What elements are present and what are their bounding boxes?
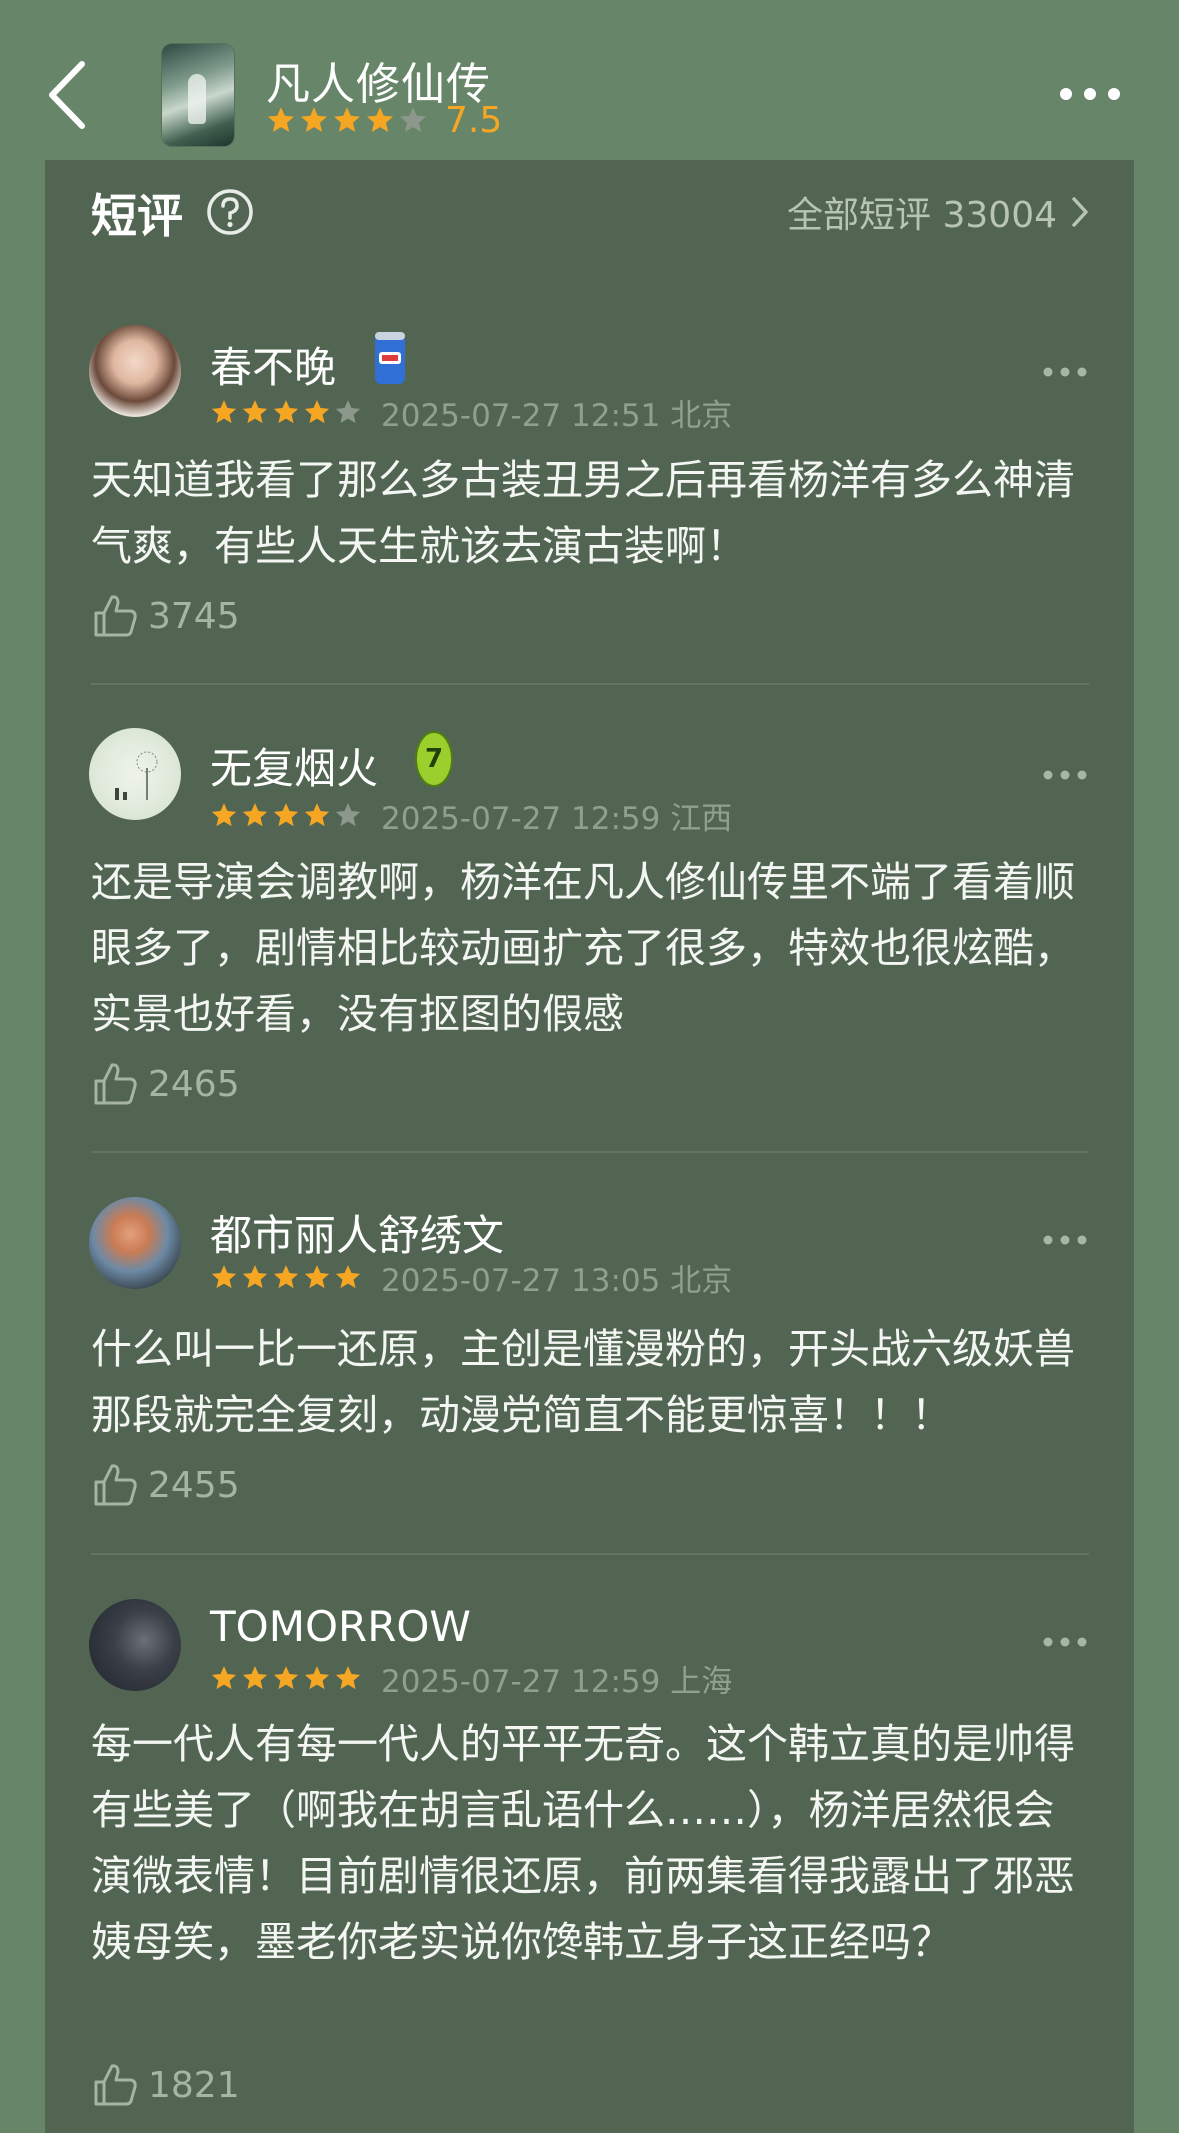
review-text: 天知道我看了那么多古装丑男之后再看杨洋有多么神清气爽，有些人天生就该去演古装啊！ bbox=[91, 456, 1075, 570]
can-badge-icon bbox=[375, 332, 405, 384]
star-icon bbox=[304, 400, 330, 424]
like-button[interactable]: 2455 bbox=[92, 1460, 240, 1510]
star-icon bbox=[301, 107, 327, 132]
thumbs-up-icon bbox=[94, 1063, 137, 1105]
review-meta: 2025-07-27 12:51 北京 bbox=[381, 397, 733, 434]
star-icon bbox=[242, 400, 268, 424]
movie-rating-stars bbox=[266, 105, 431, 135]
review-more-icon[interactable] bbox=[1042, 769, 1088, 781]
svg-text:7: 7 bbox=[425, 744, 443, 774]
star-icon bbox=[400, 107, 426, 132]
thumbs-up-icon bbox=[94, 595, 137, 637]
thumbs-up-icon bbox=[94, 1464, 137, 1506]
star-icon bbox=[242, 1666, 268, 1690]
star-icon bbox=[335, 803, 361, 827]
review-rating: 2025-07-27 12:51 北京 bbox=[210, 395, 732, 434]
star-icon bbox=[211, 1265, 237, 1289]
review-more-icon[interactable] bbox=[1042, 1234, 1088, 1246]
username[interactable]: 无复烟火 bbox=[210, 735, 378, 796]
avatar[interactable] bbox=[89, 1599, 181, 1691]
number-7-badge-icon: 7 bbox=[415, 731, 453, 787]
review-more-icon[interactable] bbox=[1042, 366, 1088, 378]
star-icon bbox=[334, 107, 360, 132]
star-icon bbox=[273, 1666, 299, 1690]
avatar[interactable] bbox=[89, 325, 181, 417]
like-button[interactable]: 3745 bbox=[92, 591, 240, 641]
review-rating-stars bbox=[210, 1664, 365, 1692]
movie-rating: 7.5 bbox=[266, 99, 503, 141]
back-chevron-icon[interactable] bbox=[44, 58, 94, 132]
star-icon bbox=[335, 400, 361, 424]
like-count: 2465 bbox=[148, 1063, 240, 1105]
help-icon[interactable] bbox=[205, 187, 255, 237]
movie-rating-score: 7.5 bbox=[445, 99, 503, 141]
star-icon bbox=[242, 803, 268, 827]
review-rating: 2025-07-27 12:59 江西 bbox=[210, 798, 732, 837]
star-icon bbox=[273, 1265, 299, 1289]
like-count: 3745 bbox=[148, 595, 240, 637]
divider bbox=[91, 1151, 1089, 1153]
star-icon bbox=[273, 803, 299, 827]
star-icon bbox=[268, 107, 294, 132]
username[interactable]: 春不晚 bbox=[210, 334, 336, 395]
more-options-icon[interactable] bbox=[1058, 86, 1122, 102]
review-text: 还是导演会调教啊，杨洋在凡人修仙传里不端了看着顺眼多了，剧情相比较动画扩充了很多… bbox=[91, 858, 1075, 1038]
star-icon bbox=[211, 803, 237, 827]
star-icon bbox=[304, 803, 330, 827]
thumbs-up-icon bbox=[94, 2064, 137, 2106]
like-button[interactable]: 1821 bbox=[92, 2060, 240, 2110]
review-rating-stars bbox=[210, 1263, 365, 1291]
like-count: 1821 bbox=[148, 2064, 240, 2106]
review-more-icon[interactable] bbox=[1042, 1636, 1088, 1648]
star-icon bbox=[335, 1265, 361, 1289]
review-text: 什么叫一比一还原，主创是懂漫粉的，开头战六级妖兽那段就完全复刻，动漫党简直不能更… bbox=[91, 1325, 1075, 1439]
star-icon bbox=[335, 1666, 361, 1690]
avatar[interactable] bbox=[89, 1197, 181, 1289]
star-icon bbox=[211, 400, 237, 424]
review-meta: 2025-07-27 12:59 江西 bbox=[381, 800, 733, 837]
username[interactable]: TOMORROW bbox=[210, 1602, 471, 1651]
divider bbox=[91, 1553, 1089, 1555]
top-bar: 凡人修仙传 7.5 bbox=[0, 0, 1179, 160]
divider bbox=[91, 683, 1089, 685]
avatar[interactable] bbox=[89, 728, 181, 820]
review-meta: 2025-07-27 13:05 北京 bbox=[381, 1262, 733, 1299]
movie-poster[interactable] bbox=[162, 44, 234, 146]
review-text: 每一代人有每一代人的平平无奇。这个韩立真的是帅得有些美了（啊我在胡言乱语什么……… bbox=[91, 1720, 1075, 1966]
review-rating: 2025-07-27 12:59 上海 bbox=[210, 1661, 732, 1700]
star-icon bbox=[304, 1666, 330, 1690]
dandelion-icon bbox=[115, 751, 158, 800]
star-icon bbox=[211, 1666, 237, 1690]
star-icon bbox=[304, 1265, 330, 1289]
section-title: 短评 bbox=[91, 189, 183, 243]
like-count: 2455 bbox=[148, 1464, 240, 1506]
all-reviews-label: 全部短评 33004 bbox=[787, 195, 1057, 236]
star-icon bbox=[242, 1265, 268, 1289]
review-rating-stars bbox=[210, 398, 365, 426]
review-rating: 2025-07-27 13:05 北京 bbox=[210, 1260, 732, 1299]
all-reviews-link[interactable]: 全部短评 33004 bbox=[787, 186, 1089, 238]
star-icon bbox=[367, 107, 393, 132]
chevron-right-icon bbox=[1072, 197, 1088, 227]
like-button[interactable]: 2465 bbox=[92, 1059, 240, 1109]
review-meta: 2025-07-27 12:59 上海 bbox=[381, 1663, 733, 1700]
review-rating-stars bbox=[210, 801, 365, 829]
star-icon bbox=[273, 400, 299, 424]
